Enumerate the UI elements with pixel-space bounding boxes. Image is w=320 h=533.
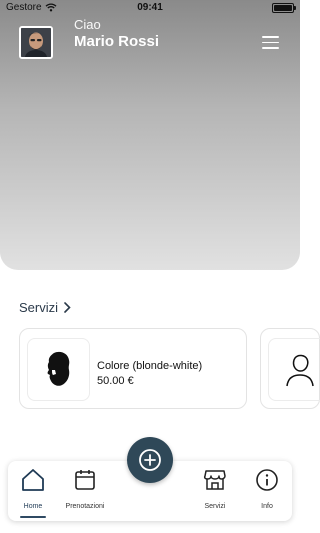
active-tab-indicator <box>20 516 46 518</box>
greeting-block: Ciao Mario Rossi <box>74 17 159 51</box>
calendar-icon <box>75 470 95 490</box>
beard-silhouette-icon <box>47 351 69 386</box>
tab-info[interactable]: Info <box>252 461 282 521</box>
tab-servizi[interactable]: Servizi <box>200 461 230 521</box>
add-booking-button[interactable] <box>127 437 173 483</box>
person-outline-icon <box>285 354 314 386</box>
home-icon <box>22 469 44 491</box>
service-card[interactable]: Colore (blonde-white) 50.00 € <box>19 328 247 409</box>
service-price: 50.00 € <box>97 375 134 387</box>
menu-icon[interactable] <box>262 36 279 49</box>
avatar-portrait-icon <box>21 28 51 57</box>
services-section-title: Servizi <box>19 300 59 315</box>
tab-prenotazioni-label: Prenotazioni <box>65 503 105 510</box>
status-bar: Gestore 09:41 <box>0 0 300 16</box>
avatar[interactable] <box>19 26 53 59</box>
plus-circle-icon <box>139 449 161 471</box>
services-section-link[interactable]: Servizi <box>19 300 71 315</box>
user-name: Mario Rossi <box>74 33 160 50</box>
tab-home[interactable]: Home <box>18 461 48 521</box>
service-name: Colore (blonde-white) <box>97 360 203 372</box>
battery-icon <box>272 3 296 13</box>
info-icon <box>256 469 278 491</box>
tab-servizi-label: Servizi <box>204 503 226 510</box>
service-image <box>268 338 320 401</box>
tab-prenotazioni[interactable]: Prenotazioni <box>60 461 110 521</box>
greeting-text: Ciao <box>74 17 101 32</box>
service-card-partial[interactable] <box>260 328 320 409</box>
chevron-right-icon <box>64 302 71 313</box>
tab-home-label: Home <box>23 503 43 510</box>
status-time: 09:41 <box>137 2 163 13</box>
profile-header: Ciao Mario Rossi <box>0 0 300 270</box>
service-image <box>27 338 90 401</box>
store-icon <box>203 470 226 490</box>
tab-info-label: Info <box>261 503 273 510</box>
